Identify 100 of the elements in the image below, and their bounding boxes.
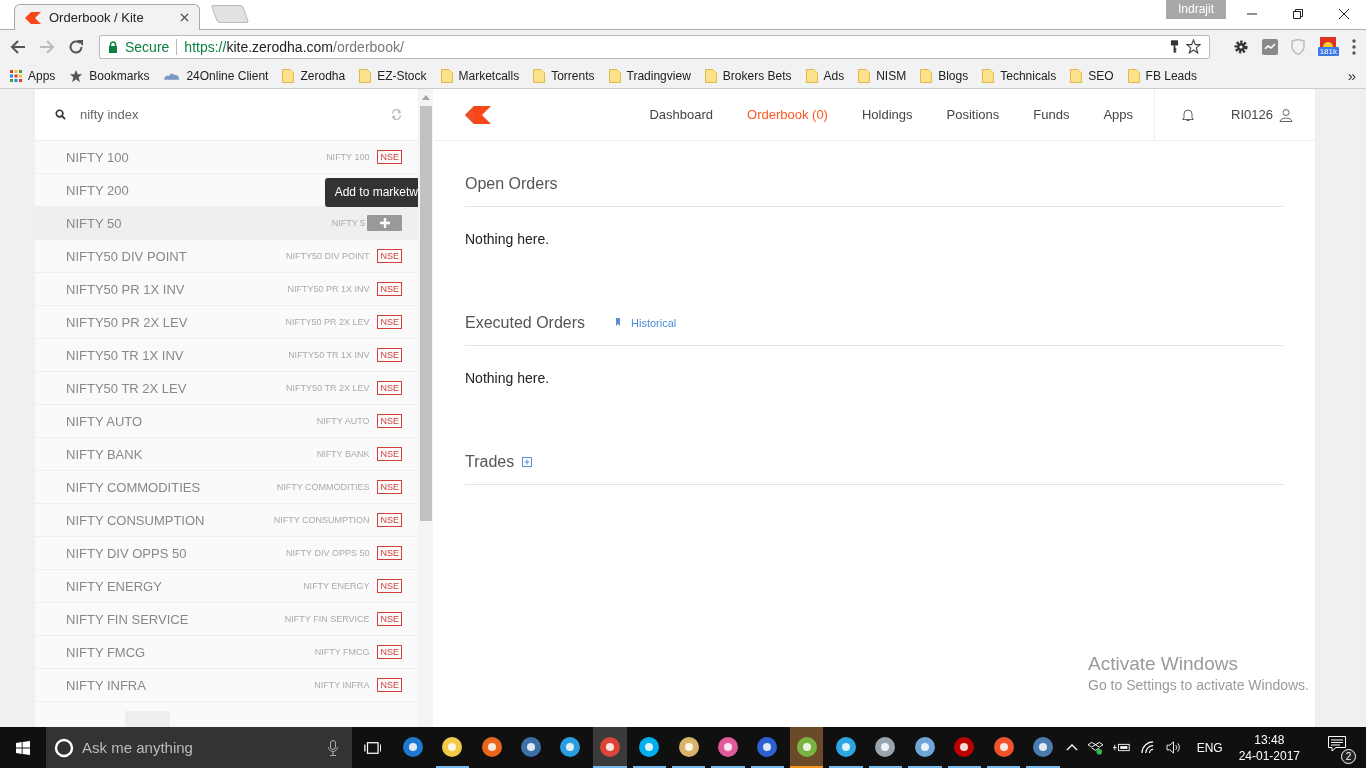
instrument-row[interactable]: NIFTY FIN SERVICE NIFTY FIN SERVICE NSE — [35, 603, 418, 636]
bookmark-item[interactable]: FB Leads — [1127, 68, 1197, 83]
instrument-name: NIFTY50 PR 1X INV — [66, 281, 185, 297]
section-title: Open Orders — [465, 175, 558, 193]
address-bar[interactable]: Secure https://kite.zerodha.com/orderbook/ — [99, 34, 1210, 59]
exchange-tag: NSE — [377, 150, 402, 164]
more-bookmarks-button[interactable]: » — [1347, 67, 1356, 84]
instrument-name: NIFTY INFRA — [66, 677, 146, 693]
instrument-symbol: NIFTY50 TR 2X LEV — [286, 383, 370, 393]
instrument-row[interactable]: NIFTY50 DIV POINT NIFTY50 DIV POINT NSE — [35, 240, 418, 273]
instrument-name: NIFTY50 TR 2X LEV — [66, 380, 187, 396]
exchange-tag: NSE — [377, 579, 402, 593]
bookmark-item[interactable]: EZ-Stock — [359, 68, 427, 83]
taskbar-search-bar[interactable]: Ask me anything — [46, 727, 352, 768]
exchange-tag: NSE — [377, 546, 402, 560]
instrument-name: NIFTY50 DIV POINT — [66, 248, 187, 264]
bookmark-item[interactable]: Bookmarks — [69, 68, 150, 83]
exchange-tag: NSE — [377, 612, 402, 626]
action-center-button[interactable]: 2 — [1322, 731, 1357, 764]
instrument-name: NIFTY 200 — [66, 182, 129, 198]
nav-link[interactable]: Dashboard — [649, 107, 714, 122]
bookmark-item[interactable]: Tradingview — [608, 68, 691, 83]
nav-link[interactable]: Positions — [946, 107, 1000, 122]
instrument-symbol: NIFTY50 TR 1X INV — [288, 350, 370, 360]
section-title: Trades — [465, 453, 515, 471]
instrument-name: NIFTY 100 — [66, 149, 129, 165]
instrument-symbol: NIFTY CONSUMPTION — [273, 515, 370, 525]
bookmark-item[interactable]: Marketcalls — [440, 68, 520, 83]
bookmark-item[interactable]: Brokers Bets — [704, 68, 792, 83]
bookmark-item[interactable]: NISM — [858, 68, 907, 83]
nav-link[interactable]: Holdings — [861, 107, 913, 122]
browser-tab[interactable]: Orderbook / Kite — [14, 4, 200, 30]
bookmark-item[interactable]: Zerodha — [282, 68, 346, 83]
instrument-name: NIFTY BANK — [66, 446, 143, 462]
exchange-tag: NSE — [377, 447, 402, 461]
instrument-name: NIFTY FIN SERVICE — [66, 611, 189, 627]
exchange-tag: NSE — [377, 480, 402, 494]
url-text: https://kite.zerodha.com/orderbook/ — [184, 38, 404, 55]
bookmark-item[interactable]: Technicals — [982, 68, 1057, 83]
exchange-tag: NSE — [377, 282, 402, 296]
instrument-name: NIFTY50 PR 2X LEV — [66, 314, 188, 330]
instrument-name: NIFTY COMMODITIES — [66, 479, 201, 495]
activation-title: Activate Windows — [1088, 653, 1239, 675]
historical-link[interactable]: Historical — [615, 317, 677, 329]
bookmark-item[interactable]: Ads — [805, 68, 845, 83]
instrument-row[interactable]: NIFTY50 TR 2X LEV NIFTY50 TR 2X LEV NSE — [35, 372, 418, 405]
bookmark-item[interactable]: Blogs — [920, 68, 969, 83]
search-field[interactable]: nifty index — [80, 107, 377, 122]
instrument-symbol: NIFTY 100 — [326, 152, 370, 162]
tooltip: Add to marketw — [324, 178, 418, 207]
exchange-tag: NSE — [377, 645, 402, 659]
language-indicator[interactable]: ENG — [1196, 740, 1223, 755]
count-badge: 181k — [1317, 47, 1339, 56]
exchange-tag: NSE — [377, 513, 402, 527]
time-text: 13:48 — [1254, 731, 1285, 748]
instrument-name: NIFTY ENERGY — [66, 578, 162, 594]
bookmark-item[interactable]: SEO — [1070, 68, 1114, 83]
instrument-symbol: NIFTY50 DIV POINT — [285, 251, 370, 261]
empty-message: Nothing here. — [465, 230, 551, 249]
empty-message: Nothing here. — [465, 369, 551, 388]
instrument-row[interactable]: NIFTY50 TR 1X INV NIFTY50 TR 1X INV NSE — [35, 339, 418, 372]
nav-link[interactable]: Apps — [1103, 107, 1134, 122]
instrument-name: NIFTY50 TR 1X INV — [66, 347, 184, 363]
instrument-symbol: NIFTY INFRA — [314, 680, 370, 690]
instrument-name: NIFTY FMCG — [66, 644, 146, 660]
extension-button[interactable]: 181k — [1317, 37, 1339, 56]
instrument-row[interactable]: NIFTY50 PR 1X INV NIFTY50 PR 1X INV NSE — [35, 273, 418, 306]
exchange-tag: NSE — [377, 315, 402, 329]
bookmark-item[interactable]: 24Online Client — [163, 68, 269, 83]
instrument-symbol: NIFTY FIN SERVICE — [284, 614, 370, 624]
instrument-symbol: NIFTY ENERGY — [303, 581, 370, 591]
user-id[interactable]: RI0126 — [1231, 107, 1273, 122]
instrument-row[interactable]: NIFTY INFRA NIFTY INFRA NSE — [35, 669, 418, 702]
instrument-row[interactable]: NIFTY CONSUMPTION NIFTY CONSUMPTION NSE — [35, 504, 418, 537]
clock[interactable]: 13:48 24-01-2017 — [1238, 731, 1301, 764]
instrument-symbol: NIFTY COMMODITIES — [276, 482, 370, 492]
search-input[interactable]: Ask me anything — [80, 738, 322, 757]
exchange-tag: NSE — [377, 381, 402, 395]
bookmark-item[interactable]: Torrents — [533, 68, 595, 83]
section-title: Executed Orders — [465, 314, 586, 332]
bookmark-item[interactable]: Apps — [10, 68, 56, 83]
instrument-row[interactable]: NIFTY FMCG NIFTY FMCG NSE — [35, 636, 418, 669]
instrument-row[interactable]: NIFTY50 PR 2X LEV NIFTY50 PR 2X LEV NSE — [35, 306, 418, 339]
secure-label: Secure — [125, 38, 170, 55]
exchange-tag: NSE — [377, 348, 402, 362]
notification-count: 2 — [1341, 748, 1357, 764]
instrument-name: NIFTY CONSUMPTION — [66, 512, 205, 528]
instrument-symbol: NIFTY50 PR 2X LEV — [285, 317, 370, 327]
instrument-symbol: NIFTY DIV OPPS 50 — [286, 548, 370, 558]
exchange-tag: NSE — [377, 249, 402, 263]
instrument-symbol: NIFTY50 PR 1X INV — [287, 284, 370, 294]
tab-title: Orderbook / Kite — [49, 10, 145, 25]
instrument-row[interactable]: NIFTY COMMODITIES NIFTY COMMODITIES NSE — [35, 471, 418, 504]
instrument-name: NIFTY 50 — [66, 215, 122, 231]
instrument-row[interactable]: NIFTY AUTO NIFTY AUTO NSE — [35, 405, 418, 438]
instrument-row[interactable]: NIFTY ENERGY NIFTY ENERGY NSE — [35, 570, 418, 603]
instrument-row[interactable]: NIFTY DIV OPPS 50 NIFTY DIV OPPS 50 NSE — [35, 537, 418, 570]
nav-link[interactable]: Funds — [1033, 107, 1070, 122]
instrument-row[interactable]: NIFTY 100 NIFTY 100 NSE — [35, 141, 418, 174]
instrument-row[interactable]: NIFTY BANK NIFTY BANK NSE — [35, 438, 418, 471]
